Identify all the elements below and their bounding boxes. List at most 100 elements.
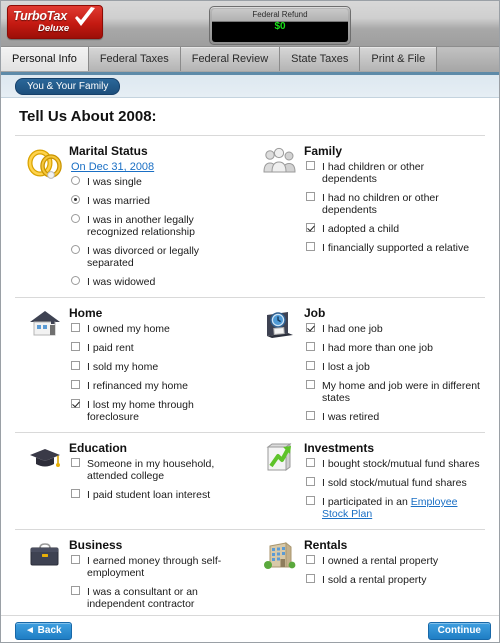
option-row[interactable]: I had more than one job (306, 342, 481, 354)
section-body: Home I owned my home I paid rent I sold … (67, 306, 246, 424)
checkbox-student-loan-interest[interactable] (71, 489, 85, 501)
radio-divorced[interactable] (71, 245, 85, 257)
option-row[interactable]: I earned money through self-employment (71, 555, 246, 579)
option-row[interactable]: I had children or other dependents (306, 161, 481, 185)
section-home: Home I owned my home I paid rent I sold … (15, 298, 250, 432)
house-icon (27, 306, 67, 424)
checkbox-refinanced-home[interactable] (71, 380, 85, 392)
option-row[interactable]: I was a consultant or an independent con… (71, 586, 246, 610)
section-row: Business I earned money through self-emp… (15, 530, 485, 619)
checkbox-employee-stock-plan[interactable] (306, 496, 320, 508)
option-row[interactable]: I was divorced or legally separated (71, 245, 246, 269)
option-row[interactable]: I was single (71, 176, 246, 188)
checkbox-more-than-one-job[interactable] (306, 342, 320, 354)
option-row[interactable]: I sold stock/mutual fund shares (306, 477, 481, 489)
option-label: I was divorced or legally separated (87, 245, 200, 269)
option-label: I sold stock/mutual fund shares (322, 477, 467, 489)
checkbox-consultant-contractor[interactable] (71, 586, 85, 598)
refund-label: Federal Refund (252, 10, 308, 19)
checkbox-different-states[interactable] (306, 380, 320, 392)
radio-widowed[interactable] (71, 276, 85, 288)
option-label: I had one job (322, 323, 383, 335)
checkbox-sold-rental[interactable] (306, 574, 320, 586)
back-button[interactable]: ◄ Back (15, 622, 72, 640)
option-row[interactable]: Someone in my household, attended colleg… (71, 458, 246, 482)
option-row[interactable]: I adopted a child (306, 223, 481, 235)
checkbox-had-children[interactable] (306, 161, 320, 173)
radio-married[interactable] (71, 195, 85, 207)
section-body: Job I had one job I had more than one jo… (302, 306, 481, 424)
logo-wordmark: TurboTax (13, 9, 67, 23)
checkbox-self-employment[interactable] (71, 555, 85, 567)
checkbox-foreclosure[interactable] (71, 399, 85, 411)
section-title: Business (69, 538, 123, 552)
option-row[interactable]: I had no children or other dependents (306, 192, 481, 216)
breadcrumb-you-and-your-family[interactable]: You & Your Family (15, 78, 121, 95)
option-row[interactable]: I had one job (306, 323, 481, 335)
footer-navigation: ◄ Back Continue (1, 615, 499, 642)
checkbox-attended-college[interactable] (71, 458, 85, 470)
option-label-text: I participated in an (322, 496, 411, 508)
radio-single[interactable] (71, 176, 85, 188)
option-row[interactable]: I refinanced my home (71, 380, 246, 392)
option-row[interactable]: My home and job were in different states (306, 380, 481, 404)
checkbox-supported-relative[interactable] (306, 242, 320, 254)
option-row[interactable]: I paid rent (71, 342, 246, 354)
option-row[interactable]: I was widowed (71, 276, 246, 288)
option-row[interactable]: I was married (71, 195, 246, 207)
tab-federal-review[interactable]: Federal Review (180, 47, 281, 71)
tab-personal-info[interactable]: Personal Info (1, 47, 89, 71)
option-row[interactable]: I lost a job (306, 361, 481, 373)
checkbox-bought-shares[interactable] (306, 458, 320, 470)
option-row[interactable]: I owned a rental property (306, 555, 481, 567)
option-label: I was married (87, 195, 151, 207)
checkbox-retired[interactable] (306, 411, 320, 423)
refund-amount: $0 (274, 21, 286, 32)
main-tab-bar: Personal Info Federal Taxes Federal Revi… (1, 47, 499, 73)
checkbox-owned-rental[interactable] (306, 555, 320, 567)
chart-up-arrow-icon (262, 441, 302, 521)
checkbox-one-job[interactable] (306, 323, 320, 335)
continue-button[interactable]: Continue (427, 622, 491, 640)
section-family: Family I had children or other dependent… (250, 136, 485, 297)
radio-other-relationship[interactable] (71, 214, 85, 226)
tab-state-taxes[interactable]: State Taxes (280, 47, 361, 71)
option-label: I sold a rental property (322, 574, 427, 586)
marital-date-link[interactable]: On Dec 31, 2008 (71, 161, 246, 173)
option-label: I was in another legally recognized rela… (87, 214, 195, 238)
checkmark-icon (72, 7, 98, 34)
option-label: I was single (87, 176, 142, 188)
checkbox-sold-home[interactable] (71, 361, 85, 373)
section-body: Marital Status On Dec 31, 2008 I was sin… (67, 144, 246, 289)
option-row[interactable]: I sold my home (71, 361, 246, 373)
option-row[interactable]: I owned my home (71, 323, 246, 335)
checkbox-no-children[interactable] (306, 192, 320, 204)
option-row[interactable]: I participated in an Employee Stock Plan (306, 496, 481, 520)
option-label: I was widowed (87, 276, 156, 288)
option-row[interactable]: I sold a rental property (306, 574, 481, 586)
checkbox-lost-job[interactable] (306, 361, 320, 373)
app-header: TurboTax Deluxe Federal Refund $0 (1, 1, 499, 47)
checkbox-paid-rent[interactable] (71, 342, 85, 354)
option-row[interactable]: I was in another legally recognized rela… (71, 214, 246, 238)
option-label: I lost my home through foreclosure (87, 399, 194, 423)
option-row[interactable]: I paid student loan interest (71, 489, 246, 501)
checkbox-adopted-child[interactable] (306, 223, 320, 235)
checkbox-sold-shares[interactable] (306, 477, 320, 489)
option-row[interactable]: I was retired (306, 411, 481, 423)
tab-print-file[interactable]: Print & File (360, 47, 438, 71)
option-label: I had more than one job (322, 342, 433, 354)
checkbox-owned-home[interactable] (71, 323, 85, 335)
section-investments: Investments I bought stock/mutual fund s… (250, 433, 485, 529)
option-label: I financially supported a relative (322, 242, 470, 254)
option-row[interactable]: I financially supported a relative (306, 242, 481, 254)
option-label: I bought stock/mutual fund shares (322, 458, 480, 470)
option-row[interactable]: I bought stock/mutual fund shares (306, 458, 481, 470)
tab-federal-taxes[interactable]: Federal Taxes (88, 47, 181, 71)
family-group-icon (262, 144, 302, 289)
graduation-cap-icon (27, 441, 67, 521)
option-label: I paid rent (87, 342, 134, 354)
federal-refund-display: Federal Refund $0 (209, 6, 351, 45)
section-title: Family (304, 144, 343, 158)
option-row[interactable]: I lost my home through foreclosure (71, 399, 246, 423)
